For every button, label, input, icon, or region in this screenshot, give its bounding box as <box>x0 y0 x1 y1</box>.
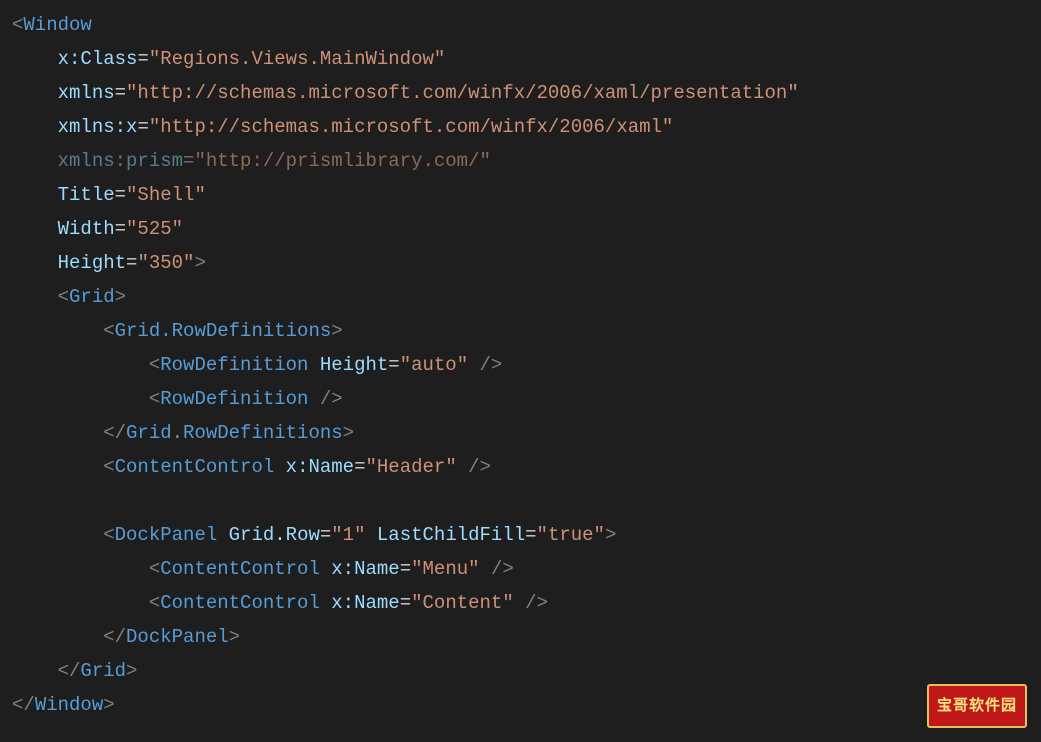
code-line: </Grid> <box>12 654 1041 688</box>
code-line: Title="Shell" <box>12 178 1041 212</box>
code-line: <RowDefinition /> <box>12 382 1041 416</box>
code-line: </Grid.RowDefinitions> <box>12 416 1041 450</box>
code-editor[interactable]: <Window x:Class="Regions.Views.MainWindo… <box>12 8 1041 722</box>
code-line: xmlns:prism="http://prismlibrary.com/" <box>12 144 1041 178</box>
code-line: <ContentControl x:Name="Menu" /> <box>12 552 1041 586</box>
code-line: </Window> <box>12 688 1041 722</box>
code-line: <Grid.RowDefinitions> <box>12 314 1041 348</box>
code-line: Height="350"> <box>12 246 1041 280</box>
code-line: xmlns="http://schemas.microsoft.com/winf… <box>12 76 1041 110</box>
code-line: <ContentControl x:Name="Header" /> <box>12 450 1041 484</box>
code-line: Width="525" <box>12 212 1041 246</box>
watermark-badge: 宝哥软件园 <box>927 684 1027 728</box>
code-line: <DockPanel Grid.Row="1" LastChildFill="t… <box>12 518 1041 552</box>
code-line: <Grid> <box>12 280 1041 314</box>
code-line <box>12 484 1041 518</box>
code-line: xmlns:x="http://schemas.microsoft.com/wi… <box>12 110 1041 144</box>
code-line: </DockPanel> <box>12 620 1041 654</box>
code-line: <RowDefinition Height="auto" /> <box>12 348 1041 382</box>
code-line: x:Class="Regions.Views.MainWindow" <box>12 42 1041 76</box>
code-line: <Window <box>12 8 1041 42</box>
code-line: <ContentControl x:Name="Content" /> <box>12 586 1041 620</box>
